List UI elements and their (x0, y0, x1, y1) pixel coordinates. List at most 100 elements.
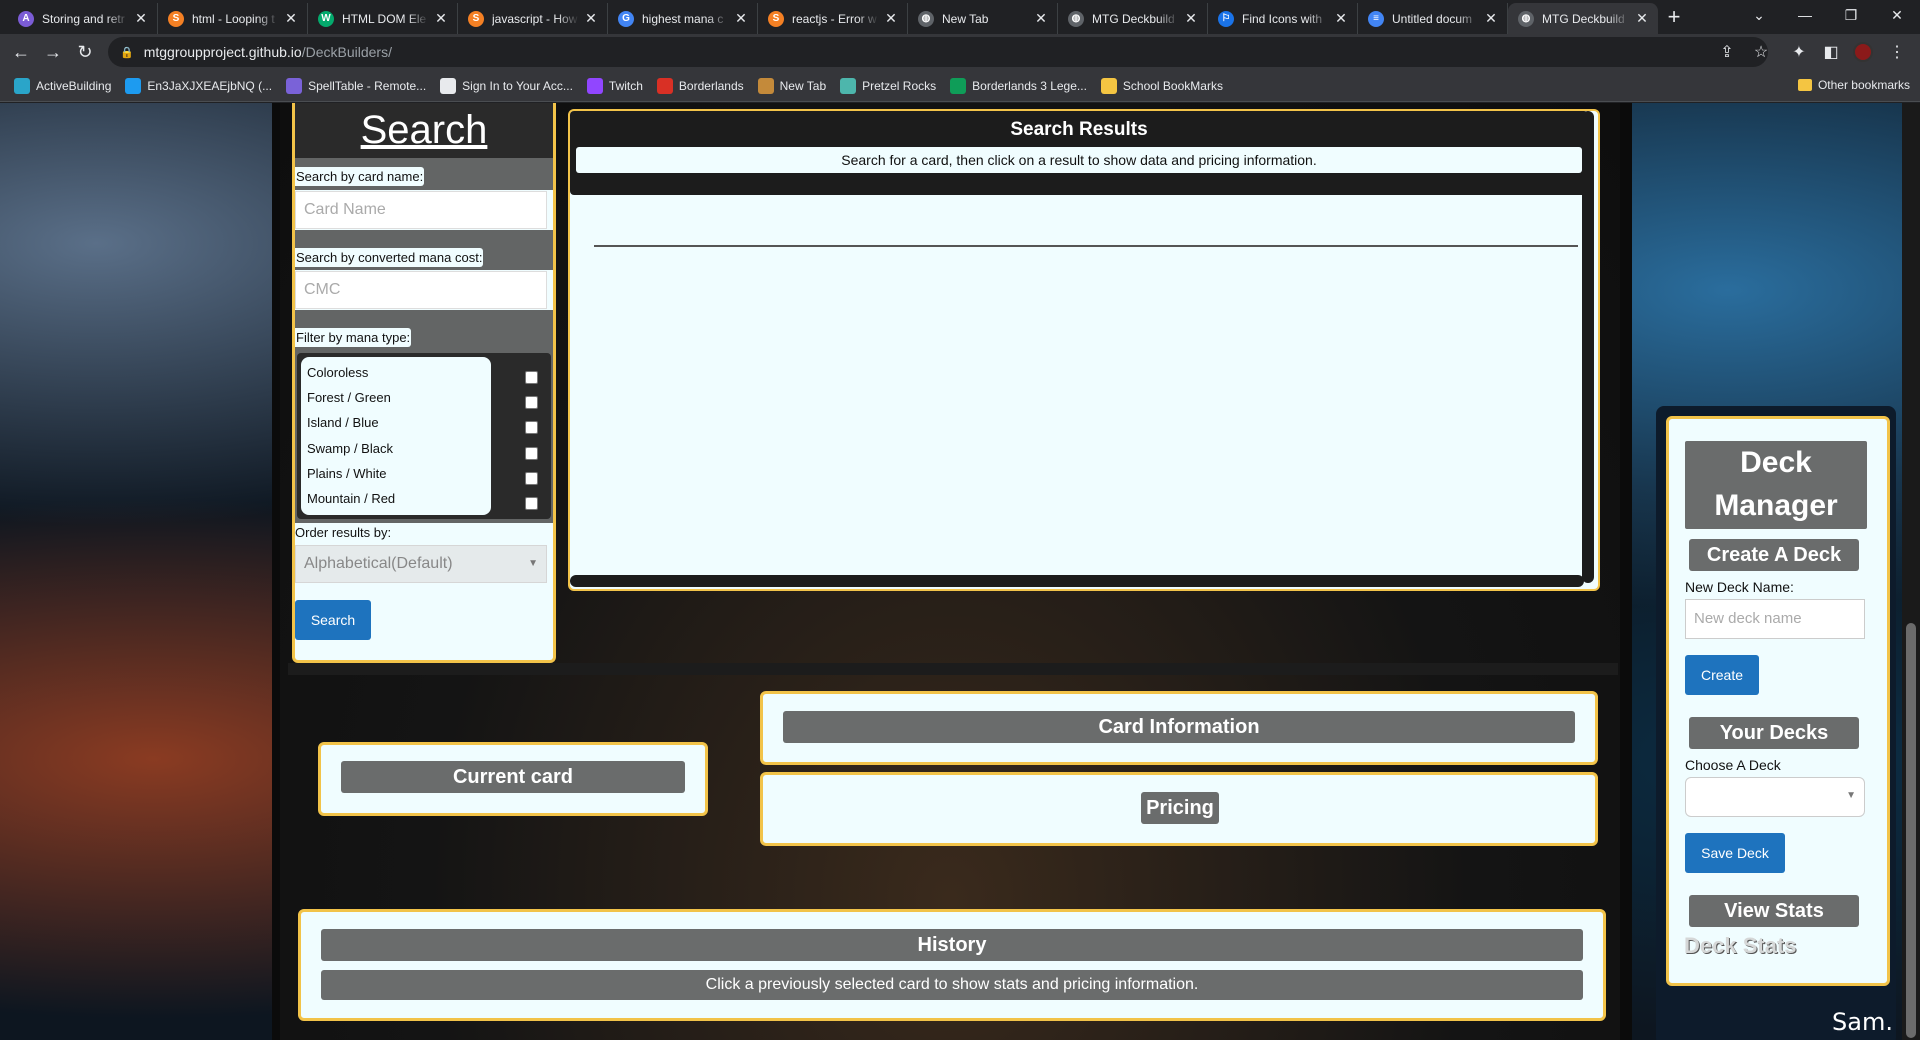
results-vertical-scrollbar[interactable] (1582, 111, 1594, 583)
url-host: mtggroupproject.github.io (143, 44, 302, 60)
bookmark-item[interactable]: En3JaXJXEAEjbNQ (... (125, 77, 272, 94)
close-window-button[interactable]: ✕ (1874, 0, 1920, 30)
order-select[interactable]: Alphabetical(Default) ▼ (295, 545, 547, 583)
mana-type-checkbox[interactable] (525, 497, 538, 510)
bookmark-item[interactable]: New Tab (757, 77, 826, 94)
close-tab-icon[interactable]: ✕ (1483, 10, 1499, 27)
order-value: Alphabetical(Default) (304, 555, 453, 572)
browser-tab[interactable]: A Storing and retr ✕ (8, 3, 158, 34)
bookmark-label: Twitch (608, 78, 643, 93)
deck-manager-panel: Deck Manager Create A Deck New Deck Name:… (1666, 416, 1890, 986)
tab-title: Storing and retr (42, 11, 125, 26)
search-title: Search (295, 103, 553, 158)
bookmark-item[interactable]: Twitch (586, 77, 643, 94)
close-tab-icon[interactable]: ✕ (1033, 10, 1049, 27)
results-title: Search Results (1010, 119, 1148, 140)
tab-title: Find Icons with (1242, 11, 1323, 26)
card-name-label: Search by card name: (295, 167, 425, 186)
history-subtitle: Click a previously selected card to show… (321, 970, 1583, 1000)
browser-tab[interactable]: Sreactjs - Error w ✕ (758, 3, 908, 34)
tab-title: html - Looping t (192, 11, 275, 26)
mana-type-checkbox[interactable] (525, 471, 538, 485)
close-tab-icon[interactable]: ✕ (133, 10, 149, 27)
bookmark-item[interactable]: Pretzel Rocks (840, 77, 936, 94)
results-subtitle: Search for a card, then click on a resul… (576, 147, 1582, 173)
close-tab-icon[interactable]: ✕ (1634, 10, 1650, 27)
bookmark-favicon-icon (1100, 77, 1117, 94)
cmc-input[interactable]: CMC (295, 271, 547, 309)
minimize-button[interactable]: — (1782, 0, 1828, 30)
share-icon[interactable]: ⇪ (1714, 39, 1740, 65)
mana-type-checkbox[interactable] (525, 371, 538, 384)
address-bar[interactable]: 🔒 mtggroupproject.github.io/DeckBuilders… (108, 37, 1768, 67)
cmc-label: Search by converted mana cost: (295, 248, 484, 267)
pricing-title: Pricing (1141, 792, 1219, 824)
tab-search-icon[interactable]: ⌄ (1736, 0, 1782, 30)
tab-favicon-icon: ◍ (918, 10, 934, 27)
tab-favicon-icon: ◍ (1068, 10, 1084, 27)
bookmark-item[interactable]: ActiveBuilding (14, 77, 112, 94)
pricing-panel: Pricing (760, 772, 1598, 846)
close-tab-icon[interactable]: ✕ (283, 10, 299, 27)
close-tab-icon[interactable]: ✕ (733, 10, 749, 27)
card-name-input[interactable]: Card Name (295, 191, 547, 229)
signature: Sam. (1832, 1008, 1893, 1036)
chevron-down-icon: ▼ (1846, 790, 1856, 801)
browser-tab[interactable]: Sjavascript - How ✕ (458, 3, 608, 34)
other-bookmarks[interactable]: Other bookmarks (1797, 78, 1910, 92)
browser-tab[interactable]: Shtml - Looping t ✕ (158, 3, 308, 34)
save-deck-button[interactable]: Save Deck (1685, 833, 1785, 873)
close-tab-icon[interactable]: ✕ (1333, 10, 1349, 27)
menu-icon[interactable]: ⋮ (1884, 39, 1910, 65)
deck-manager-title-line2: Manager (1714, 489, 1838, 522)
mana-type-checkbox[interactable] (525, 421, 538, 435)
search-button[interactable]: Search (295, 600, 371, 640)
close-tab-icon[interactable]: ✕ (883, 10, 899, 27)
results-horizontal-scrollbar[interactable] (570, 575, 1584, 587)
mana-type-checkbox[interactable] (525, 446, 538, 460)
bookmark-label: ActiveBuilding (36, 78, 112, 93)
forward-icon[interactable]: → (40, 39, 66, 65)
tab-favicon-icon: S (168, 10, 184, 27)
browser-tab[interactable]: Ghighest mana c ✕ (608, 3, 758, 34)
browser-tab[interactable]: ≡ Untitled docum ✕ (1358, 3, 1508, 34)
bookmark-item[interactable]: Sign In to Your Acc... (440, 77, 573, 94)
mana-filter-box: Coloroless Forest / Green Island / Blue Swa… (297, 353, 551, 519)
bookmark-label: Borderlands 3 Lege... (972, 78, 1087, 93)
close-tab-icon[interactable]: ✕ (583, 10, 599, 27)
bookmark-favicon-icon (840, 77, 857, 94)
bookmark-item[interactable]: Borderlands (656, 77, 744, 94)
browser-tab[interactable]: W HTML DOM Ele ✕ (308, 3, 458, 34)
bookmark-favicon-icon (440, 77, 457, 94)
bookmark-item[interactable]: School BookMarks (1100, 77, 1223, 94)
browser-tab[interactable]: ◍ MTG Deckbuild ✕ (1058, 3, 1208, 34)
other-bookmarks-label: Other bookmarks (1817, 78, 1910, 92)
new-deck-name-input[interactable]: New deck name (1685, 599, 1865, 639)
browser-tab[interactable]: ◍ MTG Deckbuild ✕ (1508, 3, 1658, 34)
close-tab-icon[interactable]: ✕ (1183, 10, 1199, 27)
side-panel-icon[interactable]: ◧ (1818, 39, 1844, 65)
browser-toolbar: ← → ↻ 🔒 mtggroupproject.github.io/DeckBu… (0, 34, 1920, 70)
browser-tab[interactable]: ⚐ Find Icons with ✕ (1208, 3, 1358, 34)
history-title: History (321, 929, 1583, 961)
create-deck-button[interactable]: Create (1685, 655, 1759, 695)
deck-stats-label: Deck Stats (1684, 933, 1797, 958)
choose-deck-label: Choose A Deck (1685, 757, 1781, 773)
choose-deck-select[interactable]: ▼ (1685, 777, 1865, 817)
scrollbar-thumb[interactable] (1906, 623, 1916, 1038)
mana-type-checkbox[interactable] (525, 396, 538, 410)
back-icon[interactable]: ← (8, 39, 34, 65)
current-card-title: Current card (341, 761, 685, 793)
new-tab-button[interactable]: + (1660, 4, 1688, 32)
bookmark-star-icon[interactable]: ☆ (1748, 39, 1774, 65)
bookmark-item[interactable]: SpellTable - Remote... (286, 77, 426, 94)
reload-icon[interactable]: ↻ (72, 39, 98, 65)
browser-tab[interactable]: ◍ New Tab ✕ (908, 3, 1058, 34)
extensions-icon[interactable]: ✦ (1786, 39, 1812, 65)
close-tab-icon[interactable]: ✕ (433, 10, 449, 27)
bookmark-item[interactable]: Borderlands 3 Lege... (950, 77, 1087, 94)
page-scrollbar[interactable] (1902, 103, 1920, 1040)
bookmark-label: School BookMarks (1122, 78, 1223, 93)
restore-button[interactable]: ❐ (1828, 0, 1874, 30)
profile-avatar[interactable] (1850, 39, 1876, 65)
